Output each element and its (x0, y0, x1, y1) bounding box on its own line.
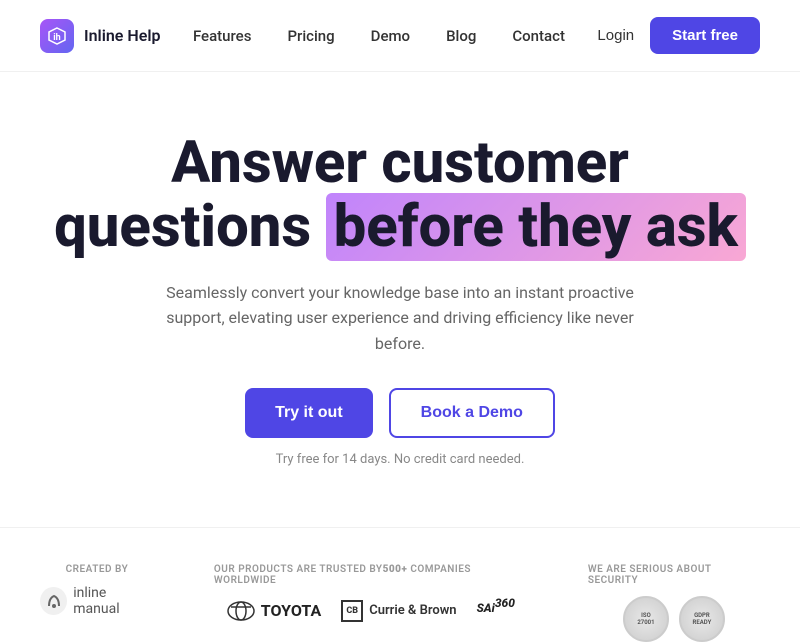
iso-line1: ISO (641, 612, 651, 619)
hero-title-line2: questions before they ask (54, 193, 746, 261)
navbar: ih Inline Help Features Pricing Demo Blo… (0, 0, 800, 72)
trusted-logos: TOYOTA CB Currie & Brown SAi360 (227, 596, 515, 625)
sai360-text: SAi360 (477, 601, 515, 615)
cb-box: CB (341, 600, 363, 622)
inline-manual-icon (40, 587, 67, 615)
nav-blog[interactable]: Blog (446, 27, 476, 45)
nav-links: Features Pricing Demo Blog Contact (193, 27, 565, 45)
hero-buttons: Try it out Book a Demo (245, 388, 555, 438)
inline-manual-name: inline manual (73, 585, 154, 617)
created-by-section: CREATED BY inline manual (40, 564, 154, 617)
gdpr-line2: READY (693, 619, 712, 626)
created-by-label: CREATED BY (66, 564, 129, 575)
trusted-label: OUR PRODUCTS ARE TRUSTED BY500+ COMPANIE… (214, 564, 528, 586)
iso-badge: ISO 27001 (623, 596, 669, 642)
start-free-button[interactable]: Start free (650, 17, 760, 54)
currie-brown-name: Currie & Brown (369, 603, 456, 618)
hero-title-line1: Answer customer (171, 129, 629, 197)
toyota-name: TOYOTA (261, 601, 321, 620)
svg-text:ih: ih (53, 33, 60, 43)
login-button[interactable]: Login (597, 27, 634, 44)
logo-text: Inline Help (84, 26, 160, 45)
try-it-out-button[interactable]: Try it out (245, 388, 373, 438)
logo[interactable]: ih Inline Help (40, 19, 160, 53)
currie-brown-logo: CB Currie & Brown (341, 600, 456, 622)
sai360-logo: SAi360 (477, 596, 515, 625)
hero-title-normal: questions (54, 193, 325, 261)
nav-pricing[interactable]: Pricing (287, 27, 334, 45)
hero-subtitle: Seamlessly convert your knowledge base i… (150, 280, 650, 357)
nav-features[interactable]: Features (193, 27, 251, 45)
hero-note: Try free for 14 days. No credit card nee… (276, 452, 525, 467)
gdpr-badge: GDPR READY (679, 596, 725, 642)
logo-icon: ih (40, 19, 74, 53)
trust-bar: CREATED BY inline manual OUR PRODUCTS AR… (0, 527, 800, 642)
nav-contact[interactable]: Contact (512, 27, 565, 45)
iso-line2: 27001 (637, 619, 654, 626)
security-section: WE ARE SERIOUS ABOUT SECURITY ISO 27001 … (588, 564, 760, 642)
nav-actions: Login Start free (597, 17, 760, 54)
hero-section: Answer customer questions before they as… (0, 72, 800, 507)
gdpr-line1: GDPR (694, 612, 710, 619)
book-demo-button[interactable]: Book a Demo (389, 388, 555, 438)
nav-demo[interactable]: Demo (371, 27, 410, 45)
security-label: WE ARE SERIOUS ABOUT SECURITY (588, 564, 760, 586)
security-badges: ISO 27001 GDPR READY (623, 596, 725, 642)
toyota-logo: TOYOTA (227, 601, 321, 621)
trusted-by-section: OUR PRODUCTS ARE TRUSTED BY500+ COMPANIE… (214, 564, 528, 625)
hero-title: Answer customer questions before they as… (54, 132, 746, 260)
toyota-icon (227, 601, 255, 621)
hero-title-highlight: before they ask (326, 193, 746, 261)
inline-manual-logo: inline manual (40, 585, 154, 617)
